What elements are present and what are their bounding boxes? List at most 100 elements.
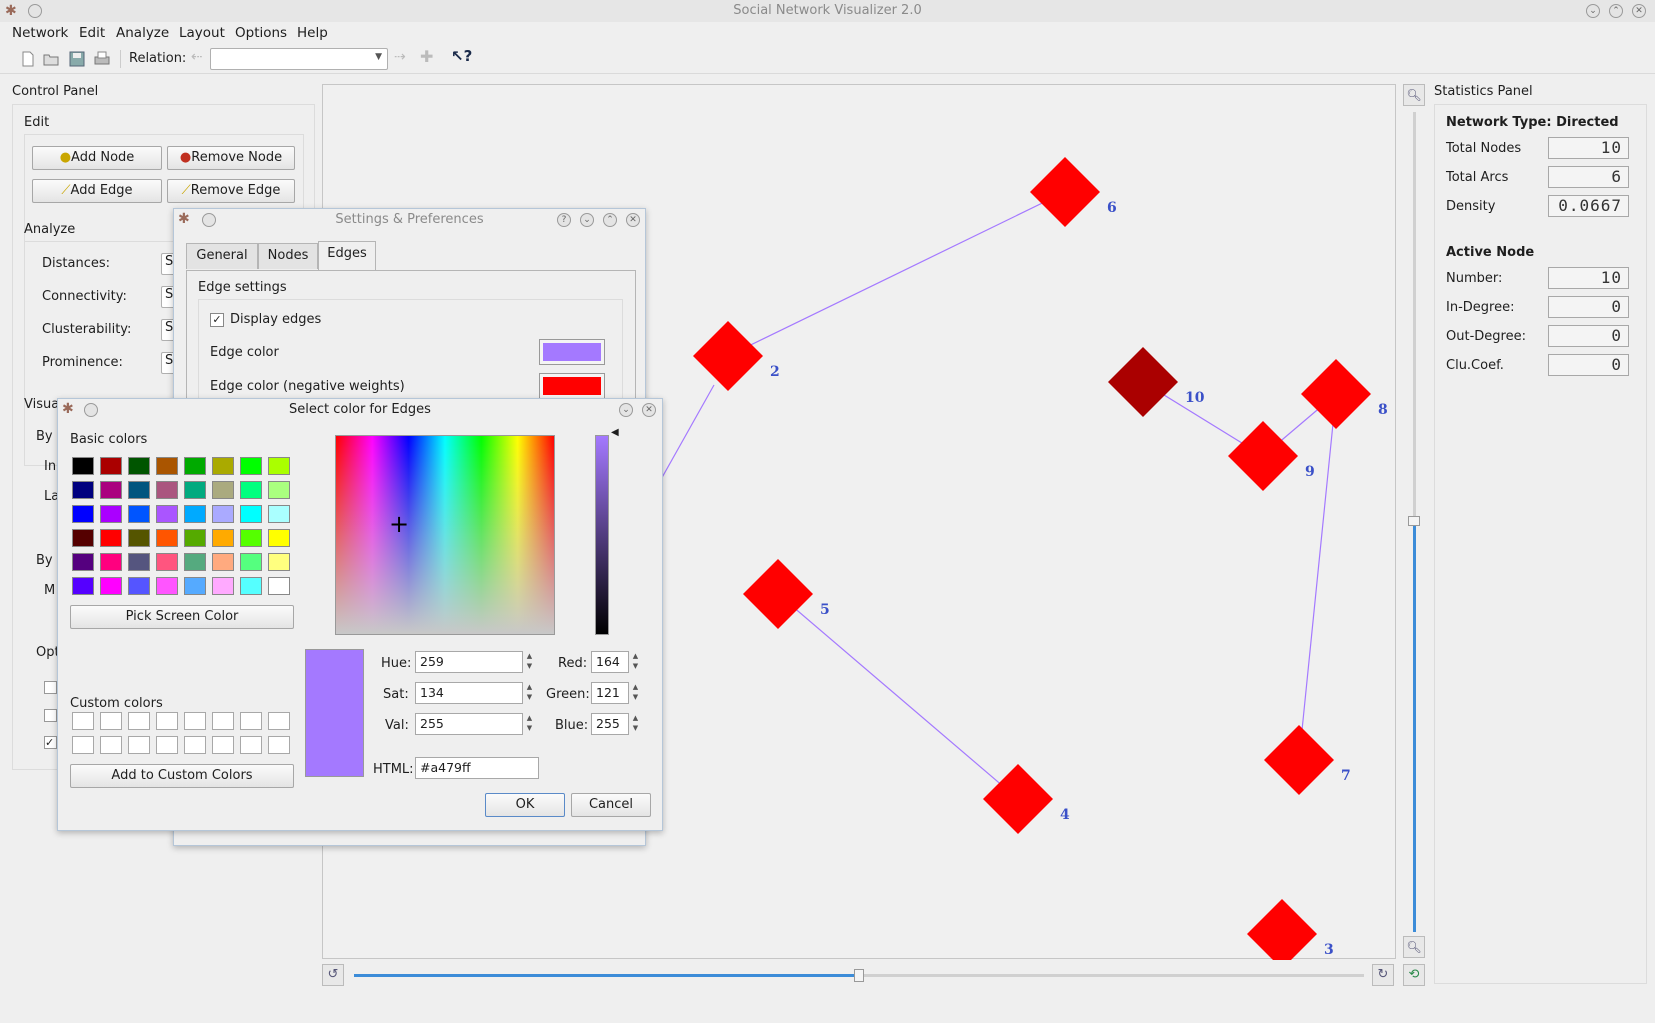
custom-color-swatch[interactable]	[100, 736, 122, 754]
ok-button[interactable]: OK	[485, 793, 565, 817]
basic-color-swatch[interactable]	[156, 505, 178, 523]
custom-color-swatch[interactable]	[100, 712, 122, 730]
basic-color-swatch[interactable]	[240, 553, 262, 571]
option-checkbox-1[interactable]	[44, 681, 57, 694]
add-node-button[interactable]: ●Add Node	[32, 146, 162, 170]
basic-color-swatch[interactable]	[156, 481, 178, 499]
basic-color-swatch[interactable]	[72, 577, 94, 595]
basic-color-swatch[interactable]	[240, 505, 262, 523]
custom-color-swatch[interactable]	[268, 736, 290, 754]
custom-color-swatch[interactable]	[128, 736, 150, 754]
prev-relation-icon[interactable]: ⇠	[191, 49, 203, 65]
basic-color-swatch[interactable]	[156, 577, 178, 595]
graph-node[interactable]	[1247, 899, 1317, 960]
red-input[interactable]: 164	[591, 651, 629, 673]
basic-color-swatch[interactable]	[72, 505, 94, 523]
red-spin-icon[interactable]: ▲ ▼	[629, 651, 642, 673]
basic-color-swatch[interactable]	[100, 577, 122, 595]
basic-color-swatch[interactable]	[268, 481, 290, 499]
basic-color-swatch[interactable]	[240, 577, 262, 595]
zoom-in-button[interactable]: 🔍︎	[1403, 84, 1425, 106]
hue-input[interactable]: 259	[415, 651, 523, 673]
basic-color-swatch[interactable]	[268, 577, 290, 595]
save-icon[interactable]	[69, 51, 85, 67]
basic-color-swatch[interactable]	[184, 529, 206, 547]
option-checkbox-3[interactable]: ✓	[44, 736, 57, 749]
maximize-icon[interactable]: ⌃	[1609, 4, 1623, 18]
graph-node[interactable]	[1108, 347, 1178, 417]
menu-layout[interactable]: Layout	[179, 25, 225, 41]
graph-node[interactable]	[743, 559, 813, 629]
tab-edges[interactable]: Edges	[318, 241, 376, 271]
custom-color-swatch[interactable]	[212, 736, 234, 754]
custom-color-swatch[interactable]	[184, 712, 206, 730]
basic-color-swatch[interactable]	[128, 577, 150, 595]
print-icon[interactable]	[94, 51, 110, 67]
basic-color-swatch[interactable]	[268, 529, 290, 547]
color-dialog-close-icon[interactable]: ✕	[642, 403, 656, 417]
edge-color-neg-button[interactable]	[539, 373, 605, 399]
basic-color-swatch[interactable]	[212, 505, 234, 523]
tab-general[interactable]: General	[186, 243, 258, 269]
basic-color-swatch[interactable]	[184, 505, 206, 523]
custom-color-swatch[interactable]	[212, 712, 234, 730]
rotate-left-button[interactable]: ↺	[322, 964, 344, 986]
basic-color-swatch[interactable]	[184, 457, 206, 475]
cancel-button[interactable]: Cancel	[571, 793, 651, 817]
basic-color-swatch[interactable]	[212, 457, 234, 475]
zoom-out-button[interactable]: 🔍︎	[1403, 936, 1425, 958]
option-checkbox-2[interactable]	[44, 709, 57, 722]
graph-node[interactable]	[1264, 725, 1334, 795]
basic-color-swatch[interactable]	[100, 529, 122, 547]
open-file-icon[interactable]	[43, 51, 59, 67]
basic-color-swatch[interactable]	[156, 529, 178, 547]
basic-color-swatch[interactable]	[240, 457, 262, 475]
menu-options[interactable]: Options	[235, 25, 287, 41]
settings-maximize-icon[interactable]: ⌃	[603, 213, 617, 227]
sat-input[interactable]: 134	[415, 682, 523, 704]
blue-input[interactable]: 255	[591, 713, 629, 735]
reset-view-button[interactable]: ⟲	[1403, 964, 1425, 986]
basic-color-swatch[interactable]	[72, 553, 94, 571]
custom-color-swatch[interactable]	[184, 736, 206, 754]
basic-color-swatch[interactable]	[72, 481, 94, 499]
basic-color-swatch[interactable]	[184, 553, 206, 571]
custom-color-swatch[interactable]	[240, 712, 262, 730]
rotate-slider[interactable]	[354, 969, 1364, 982]
basic-color-swatch[interactable]	[184, 577, 206, 595]
menu-edit[interactable]: Edit	[79, 25, 105, 41]
minimize-icon[interactable]: ⌄	[1586, 4, 1600, 18]
relation-select[interactable]: ▼	[210, 48, 388, 70]
rotate-right-button[interactable]: ↻	[1372, 964, 1394, 986]
val-input[interactable]: 255	[415, 713, 523, 735]
basic-color-swatch[interactable]	[240, 529, 262, 547]
whats-this-icon[interactable]: ↖?	[451, 47, 472, 65]
graph-edge[interactable]	[1298, 393, 1337, 761]
close-icon[interactable]: ✕	[1632, 4, 1646, 18]
custom-color-swatch[interactable]	[156, 736, 178, 754]
new-file-icon[interactable]	[20, 51, 36, 67]
hue-saturation-picker[interactable]: +	[335, 435, 555, 635]
menu-network[interactable]: Network	[12, 25, 68, 41]
val-spin-icon[interactable]: ▲ ▼	[523, 713, 536, 735]
menu-analyze[interactable]: Analyze	[116, 25, 169, 41]
custom-color-swatch[interactable]	[268, 712, 290, 730]
basic-color-swatch[interactable]	[156, 553, 178, 571]
html-input[interactable]: #a479ff	[415, 757, 539, 779]
custom-color-swatch[interactable]	[240, 736, 262, 754]
basic-color-swatch[interactable]	[100, 481, 122, 499]
graph-node[interactable]	[1228, 421, 1298, 491]
basic-color-swatch[interactable]	[128, 481, 150, 499]
custom-color-swatch[interactable]	[72, 712, 94, 730]
basic-color-swatch[interactable]	[72, 529, 94, 547]
basic-color-swatch[interactable]	[128, 505, 150, 523]
basic-color-swatch[interactable]	[100, 505, 122, 523]
graph-edge[interactable]	[777, 593, 1019, 800]
custom-color-swatch[interactable]	[72, 736, 94, 754]
value-slider[interactable]	[595, 435, 609, 635]
next-relation-icon[interactable]: ⇢	[394, 49, 406, 65]
add-relation-icon[interactable]: ✚	[420, 47, 433, 66]
basic-color-swatch[interactable]	[184, 481, 206, 499]
basic-color-swatch[interactable]	[128, 553, 150, 571]
basic-color-swatch[interactable]	[212, 481, 234, 499]
